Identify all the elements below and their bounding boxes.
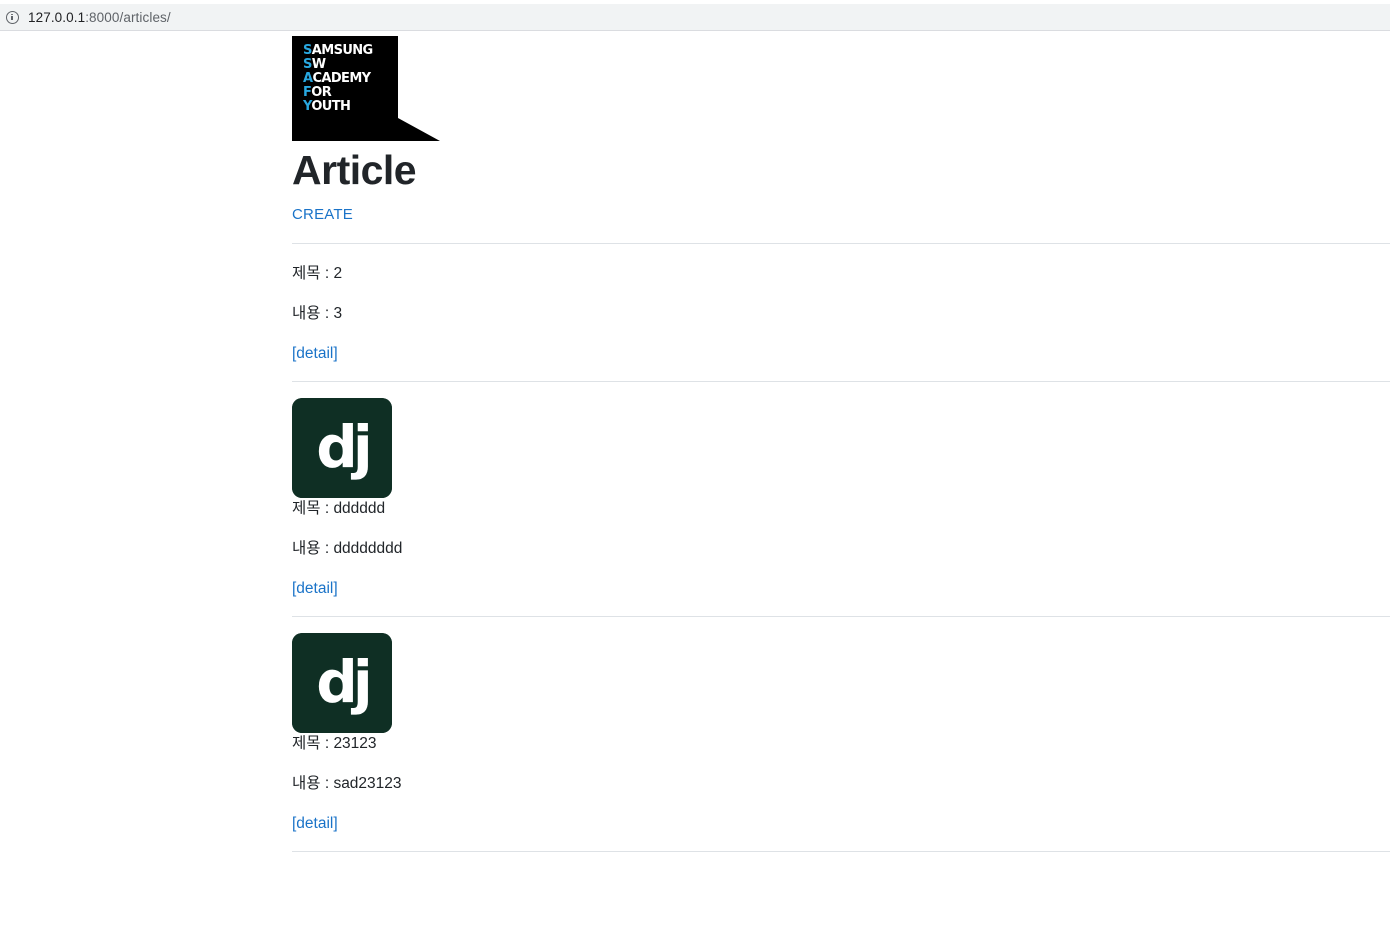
svg-text:dj: dj (316, 413, 369, 481)
article-content: 내용 : sad23123 (292, 775, 402, 792)
browser-address-bar[interactable]: 127.0.0.1:8000/articles/ (0, 4, 1390, 31)
url-host: 127.0.0.1 (28, 9, 86, 25)
svg-text:dj: dj (316, 648, 369, 716)
page-container: SAMSUNG SW ACADEMY FOR YOUTH Article CRE… (292, 36, 1390, 852)
logo-rest: W (311, 57, 326, 72)
article-item: dj 제목 : 23123 내용 : sad23123 [detail] (292, 617, 1390, 852)
logo-line: SW (303, 58, 373, 72)
logo-initial: S (303, 57, 312, 72)
detail-link[interactable]: [detail] (292, 344, 1390, 364)
divider (292, 851, 1390, 852)
logo-line: ACADEMY (303, 72, 373, 86)
detail-link[interactable]: [detail] (292, 814, 1390, 834)
article-item: 제목 : 2 내용 : 3 [detail] (292, 244, 1390, 382)
logo-line: YOUTH (303, 100, 373, 114)
logo-line: SAMSUNG (303, 44, 373, 58)
article-content: 내용 : 3 (292, 305, 343, 322)
info-icon[interactable] (6, 10, 19, 24)
logo-rest: AMSUNG (311, 43, 373, 58)
article-title: 제목 : 2 (292, 265, 343, 282)
ssafy-logo-text: SAMSUNG SW ACADEMY FOR YOUTH (303, 44, 373, 114)
django-logo-image: dj (292, 398, 392, 498)
logo-line: FOR (303, 86, 373, 100)
logo-rest: OR (311, 85, 332, 100)
django-logo-image: dj (292, 633, 392, 733)
page-title: Article (292, 147, 417, 193)
ssafy-logo: SAMSUNG SW ACADEMY FOR YOUTH (292, 36, 440, 141)
create-link[interactable]: CREATE (292, 205, 1390, 225)
article-title: 제목 : dddddd (292, 500, 386, 517)
article-content: 내용 : dddddddd (292, 540, 403, 557)
url-text[interactable]: 127.0.0.1:8000/articles/ (28, 10, 171, 25)
article-title: 제목 : 23123 (292, 735, 377, 752)
detail-link[interactable]: [detail] (292, 579, 1390, 599)
logo-rest: CADEMY (312, 71, 371, 86)
logo-initial: S (303, 43, 312, 58)
article-item: dj 제목 : dddddd 내용 : dddddddd [detail] (292, 382, 1390, 617)
url-path: :8000/articles/ (85, 9, 171, 25)
logo-rest: OUTH (311, 99, 351, 114)
